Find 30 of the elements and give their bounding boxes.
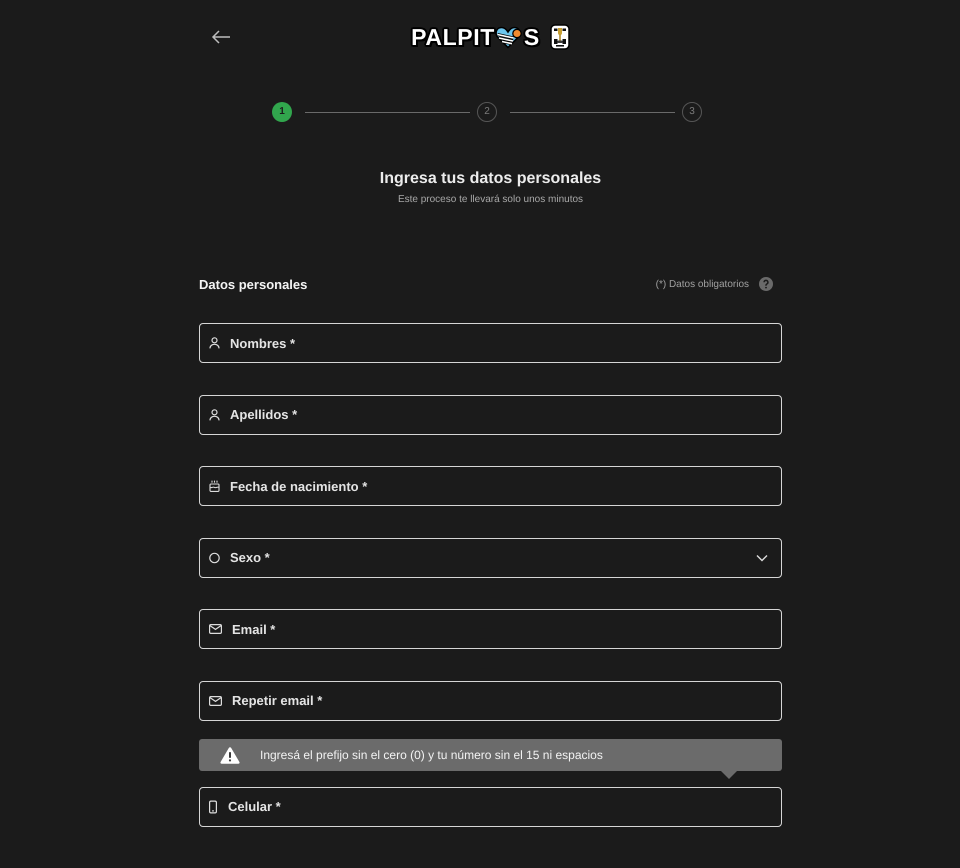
page-subtitle: Este proceso te llevará solo unos minutos	[396, 193, 584, 207]
date-field[interactable]: Fecha de nacimiento *	[199, 466, 782, 506]
chevron-down-icon	[756, 554, 768, 562]
logo-text: PALPIT	[411, 24, 495, 50]
required-note: (*) Datos obligatorios	[656, 278, 749, 290]
dropdown-field[interactable]: Sexo *	[199, 538, 782, 578]
circle-icon	[209, 552, 220, 564]
phone-field[interactable]: Celular *	[199, 786, 782, 827]
page-title: Ingresa tus datos personales	[378, 169, 602, 189]
phone-icon	[209, 800, 217, 814]
step-indicator: 1	[272, 102, 292, 122]
email-field[interactable]: Email *	[199, 609, 782, 650]
envelope-icon	[209, 624, 222, 634]
warning-icon	[220, 746, 240, 764]
trophy-badge-icon	[550, 24, 570, 50]
envelope-icon	[209, 696, 222, 706]
step-indicator: 2	[477, 102, 497, 122]
back-arrow-icon	[211, 30, 231, 44]
logo-text: S	[524, 24, 540, 50]
text-field[interactable]: Apellidos *	[199, 394, 782, 435]
step-indicator: 3	[682, 102, 702, 122]
email-field[interactable]: Repetir email *	[199, 680, 782, 721]
section-title: Datos personales	[199, 276, 308, 292]
cake-icon	[209, 480, 220, 492]
help-icon[interactable]	[759, 277, 773, 291]
hint-text: Ingresá el prefijo sin el cero (0) y tu número sin el 15 ni espacios	[260, 748, 603, 762]
text-field[interactable]: Nombres *	[199, 323, 782, 363]
back-button[interactable]	[211, 30, 231, 44]
person-icon	[209, 337, 220, 349]
person-icon	[209, 408, 220, 421]
